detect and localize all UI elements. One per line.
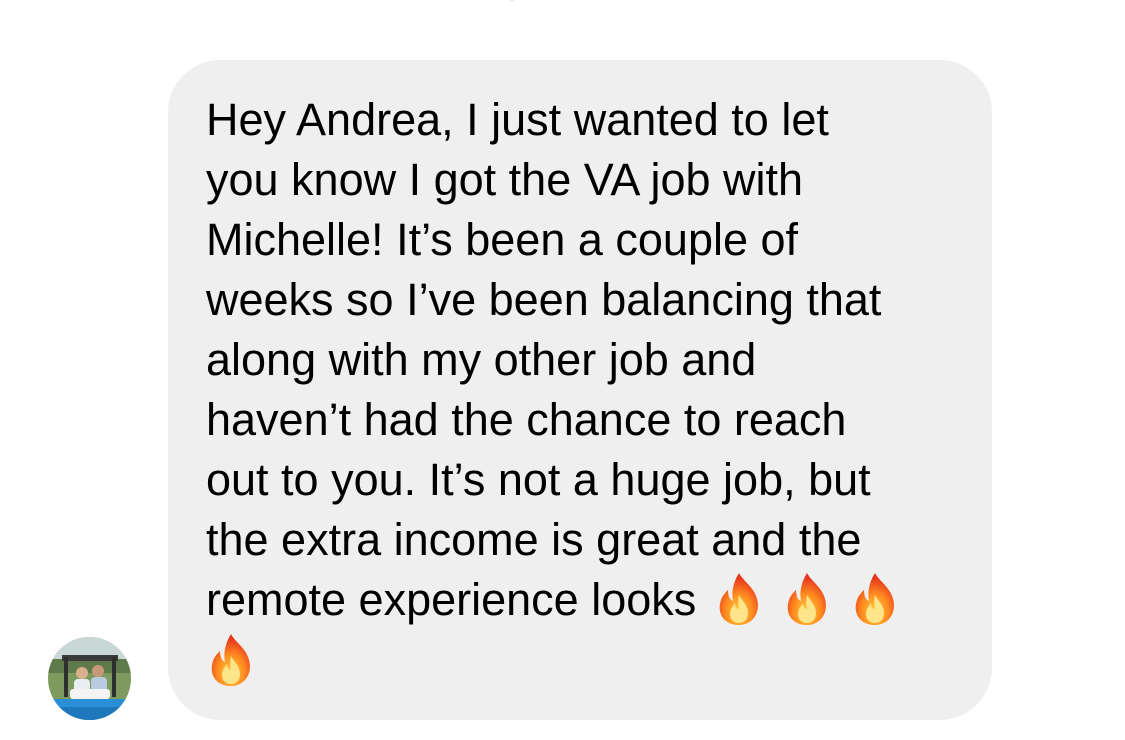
- message-line: the extra income is great and the: [206, 514, 862, 565]
- message-line: haven’t had the chance to reach: [206, 394, 847, 445]
- message-line: weeks so I’ve been balancing that: [206, 274, 882, 325]
- sender-avatar[interactable]: [48, 637, 131, 720]
- message-line: remote experience looks: [206, 570, 956, 630]
- message-line: out to you. It’s not a huge job, but: [206, 454, 871, 505]
- message-timestamp: 3:41 PM: [0, 0, 1125, 8]
- message-line-text: remote experience looks: [206, 574, 697, 625]
- fire-icon: [782, 571, 832, 627]
- fire-icon: [850, 571, 900, 627]
- avatar-photo: [48, 637, 131, 720]
- message-line: along with my other job and: [206, 334, 757, 385]
- message-line: you know I got the VA job with: [206, 154, 804, 205]
- message-bubble[interactable]: Hey Andrea, I just wanted to let you kno…: [168, 60, 992, 720]
- message-line: Michelle! It’s been a couple of: [206, 214, 799, 265]
- message-line: Hey Andrea, I just wanted to let: [206, 94, 829, 145]
- fire-icon: [714, 571, 764, 627]
- fire-icon: [206, 632, 256, 688]
- message-line: [206, 630, 956, 691]
